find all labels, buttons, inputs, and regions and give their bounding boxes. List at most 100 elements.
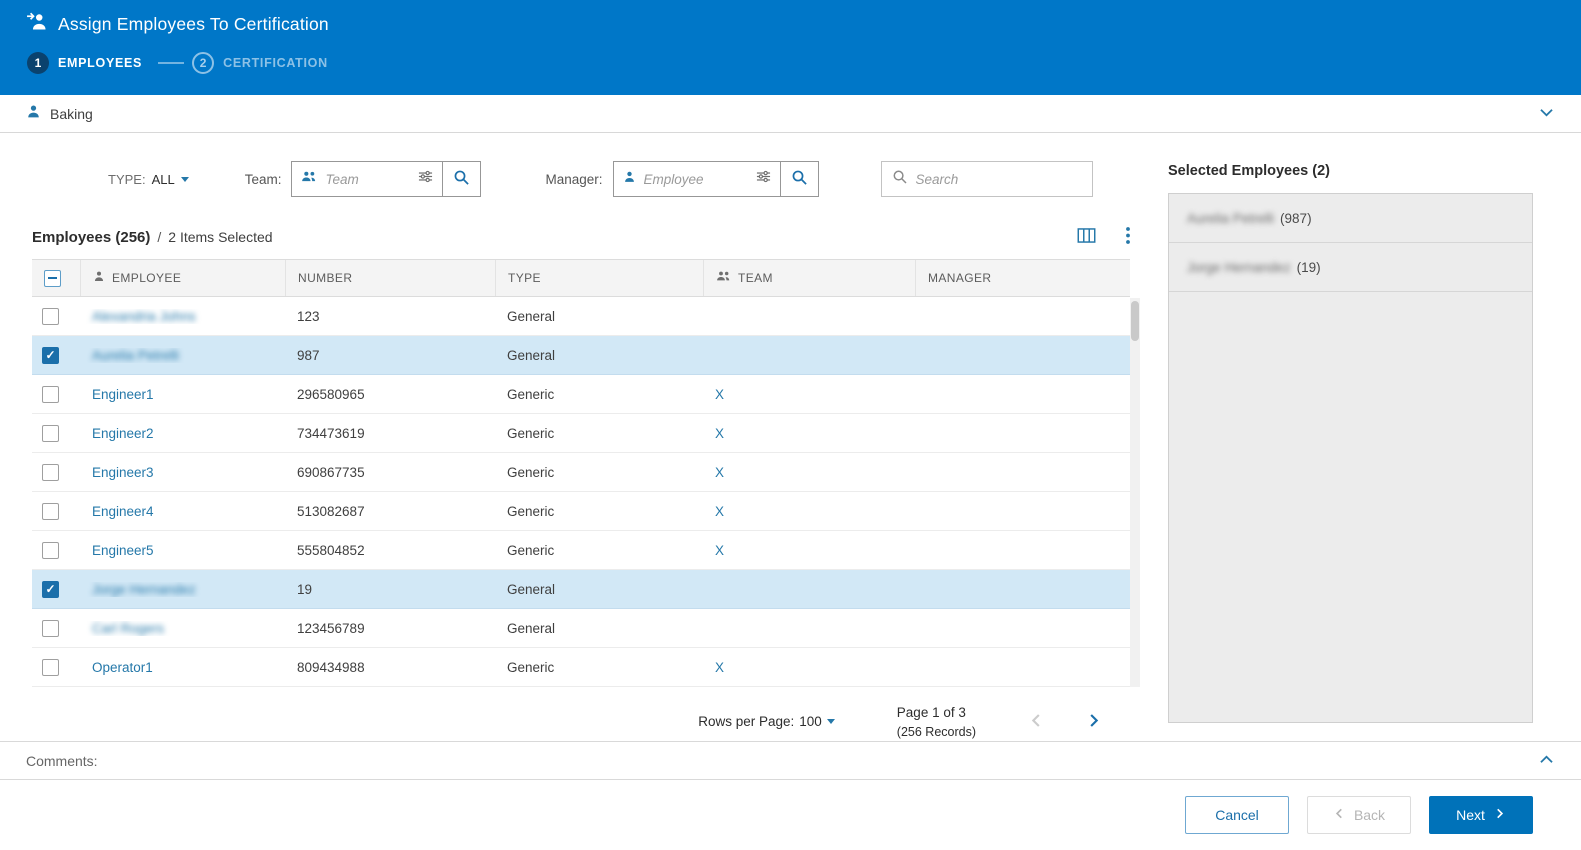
row-checkbox[interactable]: [42, 658, 59, 676]
search-input[interactable]: [915, 171, 1082, 187]
row-checkbox[interactable]: [42, 307, 59, 325]
manager-search-button[interactable]: [780, 161, 819, 197]
list-header: Employees (256) / 2 Items Selected: [32, 227, 1130, 247]
dialog-header: Assign Employees To Certification 1 EMPL…: [0, 0, 1581, 95]
employee-link[interactable]: Engineer5: [92, 543, 154, 558]
table-row[interactable]: Carl Rogers 123456789 General: [32, 609, 1130, 648]
employee-link[interactable]: Engineer2: [92, 426, 154, 441]
column-header-team[interactable]: TEAM: [738, 271, 773, 285]
collapse-comments-button[interactable]: [1538, 751, 1555, 771]
rows-per-page-dropdown[interactable]: Rows per Page: 100: [698, 714, 835, 729]
cancel-button[interactable]: Cancel: [1185, 796, 1289, 834]
employee-number: 555804852: [297, 542, 365, 558]
team-link[interactable]: X: [715, 465, 724, 480]
table-row[interactable]: Engineer5 555804852 Generic X: [32, 531, 1130, 570]
filter-options-icon[interactable]: [756, 169, 771, 189]
team-icon: [301, 170, 317, 189]
next-button[interactable]: Next: [1429, 796, 1533, 834]
previous-page-button[interactable]: [1028, 712, 1045, 732]
filter-options-icon[interactable]: [418, 169, 433, 189]
team-link[interactable]: X: [715, 504, 724, 519]
selected-employees-title: Selected Employees (2): [1168, 163, 1330, 179]
team-lookup: [291, 161, 482, 197]
employee-link[interactable]: Engineer4: [92, 504, 154, 519]
chevron-left-icon: [1028, 712, 1045, 732]
column-settings-button[interactable]: [1077, 227, 1096, 247]
employee-link[interactable]: Carl Rogers: [92, 621, 164, 636]
employee-link[interactable]: Operator1: [92, 660, 153, 675]
person-icon: [623, 170, 636, 189]
column-header-employee[interactable]: EMPLOYEE: [112, 271, 181, 285]
table-row[interactable]: Engineer1 296580965 Generic X: [32, 375, 1130, 414]
table-row[interactable]: Aurelia Petrelli 987 General: [32, 336, 1130, 375]
table-scrollbar[interactable]: [1130, 298, 1140, 687]
employee-number: 987: [297, 347, 320, 363]
employee-link[interactable]: Engineer1: [92, 387, 154, 402]
kebab-menu-icon: [1126, 227, 1130, 247]
column-header-manager[interactable]: MANAGER: [928, 271, 991, 285]
employee-type: General: [507, 308, 556, 324]
row-checkbox[interactable]: [42, 385, 59, 403]
selected-employee-name: Aurelia Petrelli: [1187, 210, 1275, 226]
list-separator: /: [157, 229, 162, 245]
row-checkbox[interactable]: [42, 346, 59, 364]
team-filter-label: Team:: [244, 171, 282, 187]
chevron-down-icon: [180, 176, 189, 182]
manager-search-input[interactable]: [643, 171, 748, 187]
team-search-input[interactable]: [325, 171, 411, 187]
team-link[interactable]: X: [715, 543, 724, 558]
chevron-down-icon: [1538, 104, 1555, 124]
employee-link[interactable]: Engineer3: [92, 465, 154, 480]
employee-number: 123456789: [297, 620, 365, 636]
next-page-button[interactable]: [1085, 712, 1102, 732]
manager-filter-label: Manager:: [545, 171, 603, 187]
column-header-type[interactable]: TYPE: [508, 271, 541, 285]
step-1-circle: 1: [27, 52, 49, 74]
table-row[interactable]: Engineer2 734473619 Generic X: [32, 414, 1130, 453]
employee-number: 809434988: [297, 659, 365, 675]
team-icon: [716, 270, 731, 286]
back-button[interactable]: Back: [1307, 796, 1411, 834]
step-certification[interactable]: 2 CERTIFICATION: [192, 52, 328, 74]
row-checkbox[interactable]: [42, 580, 59, 598]
employee-type: Generic: [507, 386, 555, 402]
table-row[interactable]: Operator1 809434988 Generic X: [32, 648, 1130, 687]
step-2-circle: 2: [192, 52, 215, 74]
employee-link[interactable]: Alexandria Johns: [92, 309, 196, 324]
select-all-checkbox[interactable]: [44, 269, 61, 287]
employee-type: General: [507, 347, 556, 363]
row-checkbox[interactable]: [42, 463, 59, 481]
step-employees[interactable]: 1 EMPLOYEES: [27, 52, 142, 74]
comments-section: Comments:: [0, 741, 1581, 780]
selected-employee-item[interactable]: Jorge Hernandez (19): [1169, 243, 1532, 292]
team-link[interactable]: X: [715, 387, 724, 402]
employee-type: Generic: [507, 464, 555, 480]
table-row[interactable]: Alexandria Johns 123 General: [32, 297, 1130, 336]
wizard-steps: 1 EMPLOYEES 2 CERTIFICATION: [0, 37, 1581, 74]
employee-link[interactable]: Aurelia Petrelli: [92, 348, 179, 363]
employee-type: Generic: [507, 425, 555, 441]
more-actions-button[interactable]: [1126, 227, 1130, 247]
row-checkbox[interactable]: [42, 502, 59, 520]
collapse-section-button[interactable]: [1538, 104, 1555, 124]
team-link[interactable]: X: [715, 660, 724, 675]
scrollbar-thumb[interactable]: [1131, 301, 1139, 341]
manager-lookup: [612, 161, 819, 197]
team-link[interactable]: X: [715, 426, 724, 441]
column-header-number[interactable]: NUMBER: [298, 271, 352, 285]
table-row[interactable]: Engineer3 690867735 Generic X: [32, 453, 1130, 492]
type-filter-dropdown[interactable]: TYPE: ALL: [108, 172, 189, 187]
table-row[interactable]: Engineer4 513082687 Generic X: [32, 492, 1130, 531]
employee-type: Generic: [507, 659, 555, 675]
row-checkbox[interactable]: [42, 424, 59, 442]
table-row[interactable]: Jorge Hernandez 19 General: [32, 570, 1130, 609]
selected-employee-item[interactable]: Aurelia Petrelli (987): [1169, 194, 1532, 243]
selected-employee-number: (19): [1296, 259, 1321, 275]
employee-link[interactable]: Jorge Hernandez: [92, 582, 196, 597]
records-count-text: (256 Records): [896, 724, 976, 739]
row-checkbox[interactable]: [42, 619, 59, 637]
row-checkbox[interactable]: [42, 541, 59, 559]
employee-type: General: [507, 620, 556, 636]
page-info: Page 1 of 3 (256 Records): [897, 703, 976, 741]
team-search-button[interactable]: [443, 161, 482, 197]
